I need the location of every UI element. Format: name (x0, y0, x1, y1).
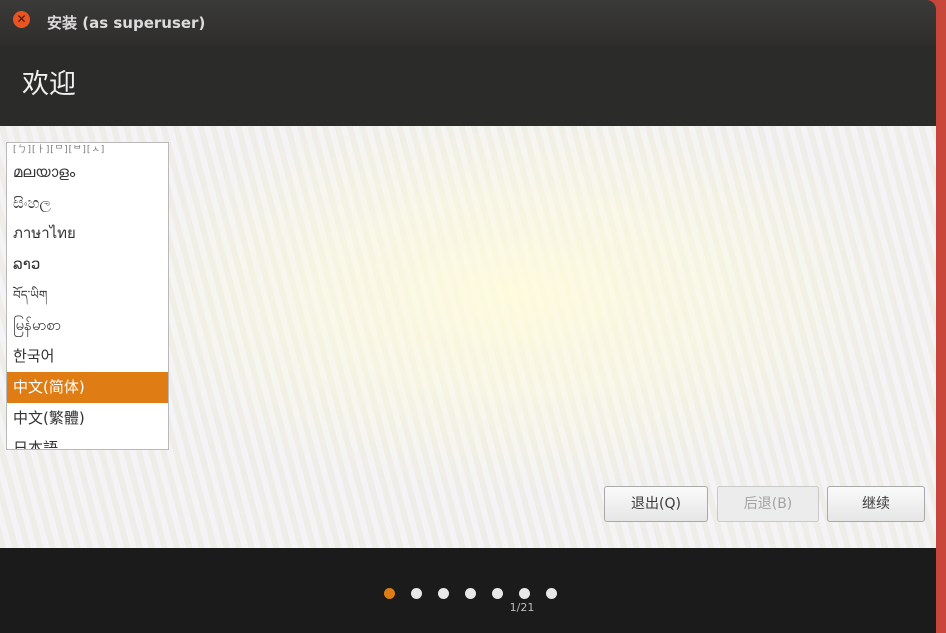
continue-button[interactable]: 继续 (827, 486, 925, 522)
page-indicator: 1/21 (509, 601, 535, 614)
back-button[interactable]: 后退(B) (717, 486, 819, 522)
language-item[interactable]: 日本語 (7, 433, 168, 449)
title-bar: ✕ 安装 (as superuser) (0, 0, 936, 46)
close-icon[interactable]: ✕ (13, 11, 30, 28)
progress-dot (465, 588, 476, 599)
progress-footer: 1/21 (0, 548, 936, 633)
page-title: 欢迎 (22, 69, 76, 100)
progress-dot (492, 588, 503, 599)
language-item[interactable]: සිංහල (7, 188, 168, 219)
language-item[interactable]: ລາວ (7, 249, 168, 280)
language-item[interactable]: മലയാളം (7, 157, 168, 188)
window-title: 安装 (as superuser) (47, 14, 206, 32)
progress-dot (546, 588, 557, 599)
language-item-selected[interactable]: 中文(简体) (7, 371, 168, 403)
language-item[interactable]: 中文(繁體) (7, 403, 168, 434)
language-item[interactable]: ภาษาไทย (7, 218, 168, 249)
progress-dot (384, 588, 395, 599)
content-area: [ㄅ][ㅏ][ᄆ][ᄇ][ㅅ] മലയാളം සිංහල ภาษาไทย ລາວ… (0, 126, 936, 548)
language-item[interactable]: 한국어 (7, 341, 168, 372)
language-item[interactable]: བོད་ཡིག (7, 280, 168, 311)
language-item[interactable]: မြန်မာစာ (7, 310, 168, 341)
language-item[interactable]: [ㄅ][ㅏ][ᄆ][ᄇ][ㅅ] (7, 143, 168, 157)
language-list[interactable]: [ㄅ][ㅏ][ᄆ][ᄇ][ㅅ] മലയാളം සිංහල ภาษาไทย ລາວ… (6, 142, 169, 450)
progress-dot (438, 588, 449, 599)
progress-dot (411, 588, 422, 599)
quit-button[interactable]: 退出(Q) (604, 486, 708, 522)
installer-window: ✕ 安装 (as superuser) 欢迎 [ㄅ][ㅏ][ᄆ][ᄇ][ㅅ] മ… (0, 0, 936, 633)
page-header: 欢迎 (0, 46, 936, 126)
progress-dot (519, 588, 530, 599)
